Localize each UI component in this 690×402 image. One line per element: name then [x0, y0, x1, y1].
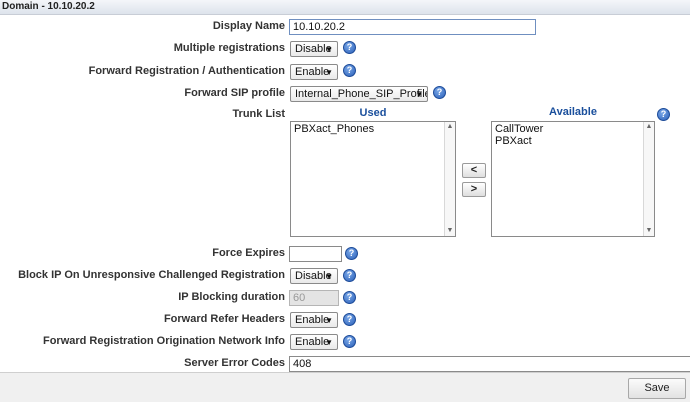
server-error-codes-label: Server Error Codes [184, 357, 285, 369]
ip-blocking-duration-input: 60 [289, 290, 339, 306]
force-expires-input[interactable] [289, 246, 342, 262]
list-item[interactable]: PBXact_Phones [294, 123, 452, 135]
help-icon[interactable]: ? [343, 269, 356, 282]
save-button[interactable]: Save [628, 378, 686, 399]
help-icon[interactable]: ? [343, 313, 356, 326]
ip-blocking-duration-label: IP Blocking duration [178, 291, 285, 303]
help-icon[interactable]: ? [343, 291, 356, 304]
domain-form: Display Name 10.10.20.2 Multiple registr… [0, 15, 690, 372]
list-item[interactable]: PBXact [495, 135, 651, 147]
help-icon[interactable]: ? [343, 41, 356, 54]
chevron-down-icon: ▼ [325, 68, 333, 77]
scroll-up-icon[interactable]: ▲ [644, 122, 654, 132]
scrollbar[interactable]: ▲ ▼ [444, 122, 455, 236]
multiple-registrations-select[interactable]: Disable ▼ [290, 41, 338, 57]
footer-bar: Save [0, 372, 690, 402]
help-icon[interactable]: ? [343, 64, 356, 77]
forward-reg-origination-label: Forward Registration Origination Network… [42, 335, 285, 347]
forward-sip-profile-value: Internal_Phone_SIP_Profile [295, 88, 428, 100]
force-expires-label: Force Expires [212, 247, 285, 259]
list-item[interactable]: CallTower [495, 123, 651, 135]
forward-refer-headers-select[interactable]: Enable ▼ [290, 312, 338, 328]
forward-sip-profile-select[interactable]: Internal_Phone_SIP_Profile ▼ [290, 86, 428, 102]
help-icon[interactable]: ? [343, 335, 356, 348]
block-ip-select[interactable]: Disable ▼ [290, 268, 338, 284]
server-error-codes-input[interactable]: 408 [289, 356, 690, 372]
used-column-title: Used [359, 107, 387, 119]
help-icon[interactable]: ? [433, 86, 446, 99]
forward-refer-headers-label: Forward Refer Headers [163, 313, 285, 325]
window-title: Domain - 10.10.20.2 [0, 0, 690, 15]
forward-registration-auth-select[interactable]: Enable ▼ [290, 64, 338, 80]
move-left-button[interactable]: < [462, 163, 486, 178]
chevron-down-icon: ▼ [325, 45, 333, 54]
available-column-title: Available [549, 106, 597, 118]
chevron-down-icon: ▼ [415, 90, 423, 99]
chevron-down-icon: ▼ [325, 316, 333, 325]
help-icon[interactable]: ? [657, 108, 670, 121]
help-icon[interactable]: ? [345, 247, 358, 260]
forward-sip-profile-label: Forward SIP profile [184, 87, 285, 99]
scrollbar[interactable]: ▲ ▼ [643, 122, 654, 236]
display-name-input[interactable]: 10.10.20.2 [289, 19, 536, 35]
chevron-down-icon: ▼ [325, 338, 333, 347]
move-right-button[interactable]: > [462, 182, 486, 197]
block-ip-label: Block IP On Unresponsive Challenged Regi… [18, 269, 285, 281]
used-trunks-list[interactable]: PBXact_Phones ▲ ▼ [290, 121, 456, 237]
scroll-down-icon[interactable]: ▼ [445, 226, 455, 236]
available-trunks-list[interactable]: CallTower PBXact ▲ ▼ [491, 121, 655, 237]
display-name-label: Display Name [212, 20, 285, 32]
forward-registration-auth-label: Forward Registration / Authentication [88, 65, 285, 77]
scroll-up-icon[interactable]: ▲ [445, 122, 455, 132]
scroll-down-icon[interactable]: ▼ [644, 226, 654, 236]
chevron-down-icon: ▼ [325, 272, 333, 281]
forward-reg-origination-select[interactable]: Enable ▼ [290, 334, 338, 350]
multiple-registrations-label: Multiple registrations [173, 42, 285, 54]
trunk-list-label: Trunk List [232, 108, 285, 120]
